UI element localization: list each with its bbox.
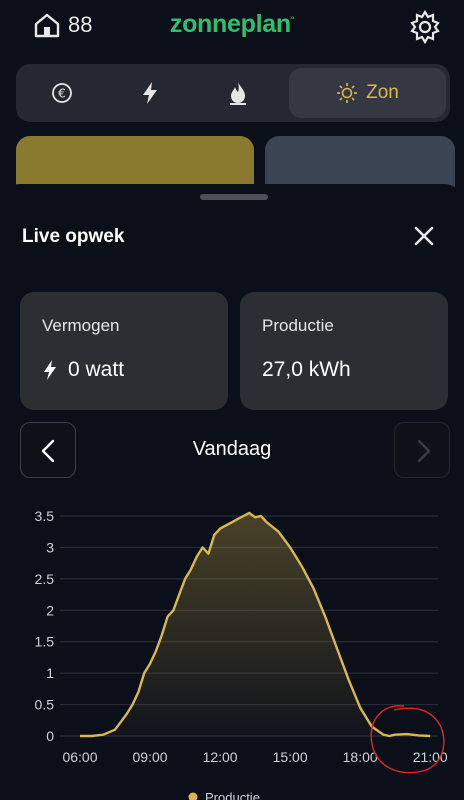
tab-euro[interactable]: € xyxy=(24,68,100,118)
sun-icon xyxy=(337,83,358,103)
y-tick-label: 2.5 xyxy=(35,571,55,587)
brand-logo: zonneplan° xyxy=(0,10,464,39)
vermogen-value-row: 0 watt xyxy=(42,358,124,382)
x-tick-label: 12:00 xyxy=(203,749,238,765)
chevron-right-icon xyxy=(417,439,431,463)
settings-gear-icon[interactable] xyxy=(406,8,444,46)
tab-zon-label: Zon xyxy=(366,82,399,103)
flame-icon xyxy=(230,82,246,105)
legend-swatch xyxy=(188,792,198,800)
tab-electricity[interactable] xyxy=(112,68,188,118)
x-tick-label: 18:00 xyxy=(343,749,378,765)
sheet-drag-handle[interactable] xyxy=(200,194,268,200)
production-chart: 0 0.5 1 1.5 2 2.5 3 3.5 06:00 09:00 12:00 15:00 18:… xyxy=(35,508,448,800)
chart-legend[interactable]: Productie xyxy=(188,790,260,800)
y-tick-label: 0 xyxy=(46,728,54,744)
vermogen-card: Vermogen 0 watt xyxy=(20,292,228,410)
tab-gas[interactable] xyxy=(200,68,276,118)
y-tick-label: 0.5 xyxy=(35,697,55,713)
bolt-icon xyxy=(44,360,56,380)
live-opwek-sheet: Live opwek Vermogen 0 watt Productie 27,… xyxy=(0,184,464,800)
bolt-icon xyxy=(143,82,157,104)
y-tick-label: 3 xyxy=(46,539,54,555)
next-day-button[interactable] xyxy=(394,422,450,478)
close-icon[interactable] xyxy=(410,222,438,250)
vermogen-value: 0 watt xyxy=(68,358,125,381)
y-tick-label: 3.5 xyxy=(35,508,55,524)
x-tick-label: 06:00 xyxy=(62,749,97,765)
euro-icon: € xyxy=(52,83,72,103)
sheet-title: Live opwek xyxy=(22,226,125,247)
productie-label: Productie xyxy=(262,316,334,335)
brand-mark: ° xyxy=(290,14,295,25)
tab-zon[interactable]: Zon xyxy=(289,68,446,118)
y-tick-label: 2 xyxy=(46,602,54,618)
svg-text:€: € xyxy=(58,87,66,101)
x-tick-label: 09:00 xyxy=(133,749,168,765)
x-tick-label: 15:00 xyxy=(273,749,308,765)
y-tick-label: 1 xyxy=(46,665,54,681)
top-bar: 88 zonneplan° xyxy=(0,0,464,56)
brand-name: zonneplan xyxy=(169,10,291,38)
vermogen-label: Vermogen xyxy=(42,316,120,335)
y-tick-label: 1.5 xyxy=(35,634,55,650)
legend-label: Productie xyxy=(205,790,260,800)
productie-card: Productie 27,0 kWh xyxy=(240,292,448,410)
energy-tabs: € Zon xyxy=(16,64,450,122)
productie-value: 27,0 kWh xyxy=(262,358,351,381)
